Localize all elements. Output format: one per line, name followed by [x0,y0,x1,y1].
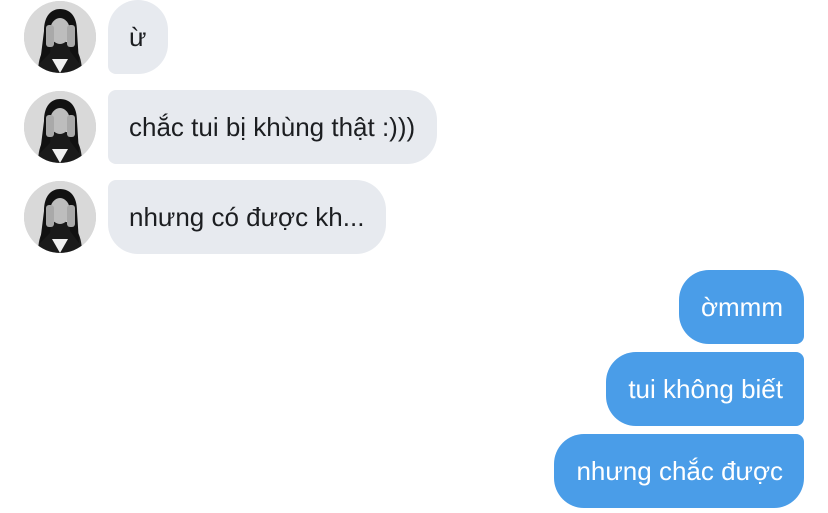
message-text: ờmmm [700,292,783,322]
message-text: nhưng chắc được [576,456,783,486]
message-bubble-outgoing[interactable]: tui không biết [606,352,804,426]
avatar-icon[interactable] [24,91,96,163]
message-text: ừ [129,22,147,52]
message-bubble-incoming[interactable]: nhưng có được kh... [108,180,387,254]
message-bubble-outgoing[interactable]: nhưng chắc được [554,434,804,508]
avatar-icon[interactable] [24,181,96,253]
message-text: chắc tui bị khùng thật :))) [129,112,416,142]
message-bubble-incoming[interactable]: chắc tui bị khùng thật :))) [108,90,438,164]
message-text: tui không biết [628,374,783,404]
message-bubble-outgoing[interactable]: ờmmm [678,270,804,344]
message-text: nhưng có được kh... [129,202,365,232]
message-thread: ừ chắc tui bị khùng thật :))) nhưng có đ… [0,0,828,513]
avatar-icon[interactable] [24,1,96,73]
message-bubble-incoming[interactable]: ừ [108,0,169,74]
